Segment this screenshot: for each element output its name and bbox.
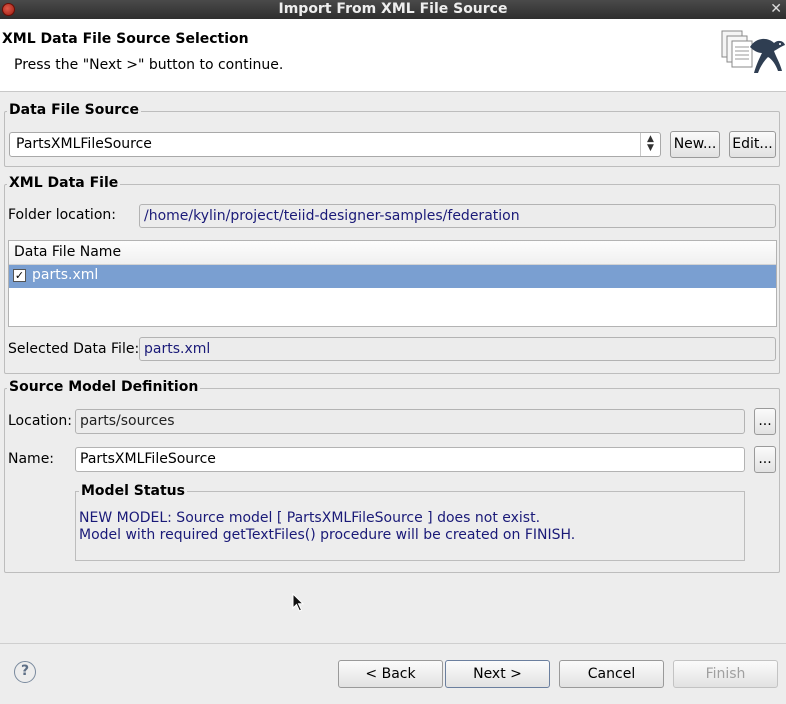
location-field[interactable]: parts/sources — [75, 409, 745, 434]
page-title: XML Data File Source Selection — [2, 31, 249, 47]
model-status-line-2: Model with required getTextFiles() proce… — [79, 527, 576, 543]
wizard-header: XML Data File Source Selection Press the… — [0, 19, 786, 92]
data-file-source-select[interactable]: PartsXMLFileSource ▲ ▼ — [9, 132, 661, 157]
model-status-line-1: NEW MODEL: Source model [ PartsXMLFileSo… — [79, 510, 541, 526]
name-browse-button[interactable]: ... — [754, 446, 776, 473]
selected-data-file-label: Selected Data File: — [8, 341, 140, 357]
window-titlebar: Import From XML File Source ✕ — [0, 0, 786, 19]
mouse-cursor-icon — [292, 593, 305, 612]
selected-data-file-field[interactable]: parts.xml — [139, 337, 776, 361]
table-row[interactable]: ✓ parts.xml — [9, 265, 776, 288]
table-header-data-file-name[interactable]: Data File Name — [9, 241, 776, 265]
page-message: Press the "Next >" button to continue. — [14, 57, 284, 73]
name-label: Name: — [8, 451, 55, 467]
new-source-button[interactable]: New... — [670, 131, 720, 158]
wizard-banner-icon — [721, 30, 785, 73]
data-file-table: Data File Name ✓ parts.xml — [8, 240, 777, 327]
location-label: Location: — [8, 413, 72, 429]
data-file-name-cell: parts.xml — [32, 267, 99, 283]
row-checkbox[interactable]: ✓ — [13, 268, 26, 282]
combo-arrow-icon: ▲ ▼ — [640, 133, 660, 156]
next-button[interactable]: Next > — [445, 660, 550, 688]
model-status-box: Model Status NEW MODEL: Source model [ P… — [75, 483, 745, 561]
location-browse-button[interactable]: ... — [754, 408, 776, 435]
model-status-label: Model Status — [79, 483, 187, 499]
close-icon[interactable]: ✕ — [770, 1, 782, 17]
help-icon[interactable]: ? — [14, 661, 36, 683]
window-title: Import From XML File Source — [278, 1, 508, 17]
cancel-button[interactable]: Cancel — [559, 660, 664, 688]
xml-data-file-label: XML Data File — [7, 175, 121, 191]
data-file-source-label: Data File Source — [7, 102, 141, 118]
data-file-source-value: PartsXMLFileSource — [16, 136, 152, 152]
button-bar-separator — [0, 643, 786, 644]
name-field[interactable]: PartsXMLFileSource — [75, 447, 745, 472]
back-button[interactable]: < Back — [338, 660, 443, 688]
folder-location-label: Folder location: — [8, 207, 116, 223]
edit-source-button[interactable]: Edit... — [729, 131, 776, 158]
finish-button[interactable]: Finish — [673, 660, 778, 688]
source-model-label: Source Model Definition — [7, 379, 201, 395]
folder-location-field[interactable]: /home/kylin/project/teiid-designer-sampl… — [139, 204, 776, 228]
